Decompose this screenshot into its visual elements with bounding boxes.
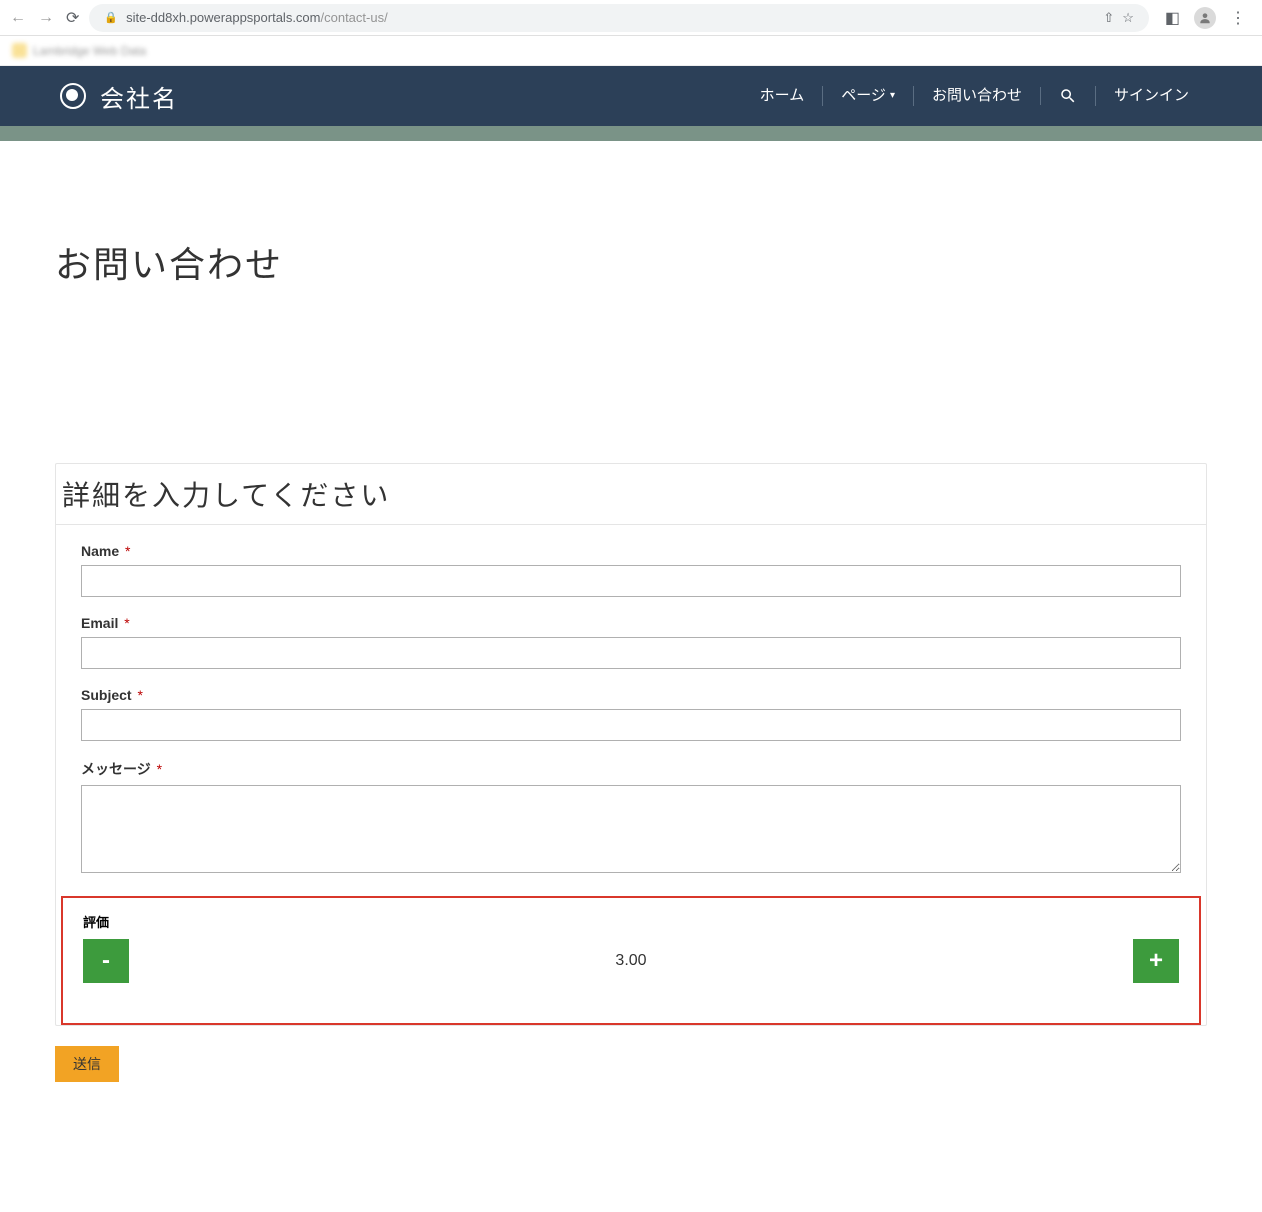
rating-label: 評価 [83,912,1179,931]
url-host: site-dd8xh.powerappsportals.com [126,10,320,25]
search-icon [1059,87,1077,105]
required-marker: * [124,615,129,631]
bookmark-item[interactable]: Lambridge Web Data [12,43,146,58]
required-marker: * [137,687,142,703]
menu-icon[interactable]: ⋮ [1230,8,1246,28]
rating-section: 評価 - 3.00 + [61,896,1201,1025]
nav-contact[interactable]: お問い合わせ [913,86,1040,106]
field-message: メッセージ * [81,759,1181,878]
rating-plus-button[interactable]: + [1133,939,1179,983]
profile-avatar-icon[interactable] [1194,7,1216,29]
label-message: メッセージ [81,761,151,777]
required-marker: * [157,761,162,777]
field-name: Name * [81,543,1181,597]
nav-pages[interactable]: ページ ▾ [822,86,913,106]
url-path: /contact-us/ [321,10,388,25]
label-name: Name [81,543,119,559]
message-textarea[interactable] [81,785,1181,873]
field-subject: Subject * [81,687,1181,741]
bookmark-star-icon[interactable]: ☆ [1122,10,1134,26]
required-marker: * [125,543,130,559]
nav-signin[interactable]: サインイン [1095,86,1207,106]
nav-items: ホーム ページ ▾ お問い合わせ サインイン [742,86,1207,106]
address-bar[interactable]: 🔒 site-dd8xh.powerappsportals.com/contac… [89,4,1148,32]
label-subject: Subject [81,687,132,703]
site-header: 会社名 ホーム ページ ▾ お問い合わせ サインイン [0,66,1262,126]
lock-icon: 🔒 [104,11,118,24]
field-email: Email * [81,615,1181,669]
form-panel: 詳細を入力してください Name * Email * Subject * [55,463,1207,1026]
back-icon[interactable]: ← [10,9,26,27]
nav-home[interactable]: ホーム [742,86,823,106]
chevron-down-icon: ▾ [890,86,895,106]
form-panel-title: 詳細を入力してください [56,464,1206,525]
bookmark-label: Lambridge Web Data [33,44,146,58]
extensions-icon[interactable]: ◧ [1165,8,1180,28]
rating-value: 3.00 [129,952,1133,970]
email-input[interactable] [81,637,1181,669]
bookmark-favicon-icon [12,43,27,58]
reload-icon[interactable]: ⟳ [66,8,79,28]
bookmarks-bar: Lambridge Web Data [0,36,1262,66]
brand-logo-icon [60,83,86,109]
submit-button[interactable]: 送信 [55,1046,119,1082]
banner-band [0,126,1262,141]
nav-search[interactable] [1040,87,1095,105]
brand-name: 会社名 [100,79,178,114]
page-content: お問い合わせ 詳細を入力してください Name * Email * Subje [0,236,1262,1212]
label-email: Email [81,615,118,631]
share-icon[interactable]: ⇧ [1103,10,1114,26]
subject-input[interactable] [81,709,1181,741]
nav-pages-label: ページ [841,86,886,106]
page-title: お問い合わせ [55,236,1207,288]
name-input[interactable] [81,565,1181,597]
rating-minus-button[interactable]: - [83,939,129,983]
browser-toolbar: ← → ⟳ 🔒 site-dd8xh.powerappsportals.com/… [0,0,1262,36]
brand[interactable]: 会社名 [60,79,178,114]
forward-icon[interactable]: → [38,9,54,27]
